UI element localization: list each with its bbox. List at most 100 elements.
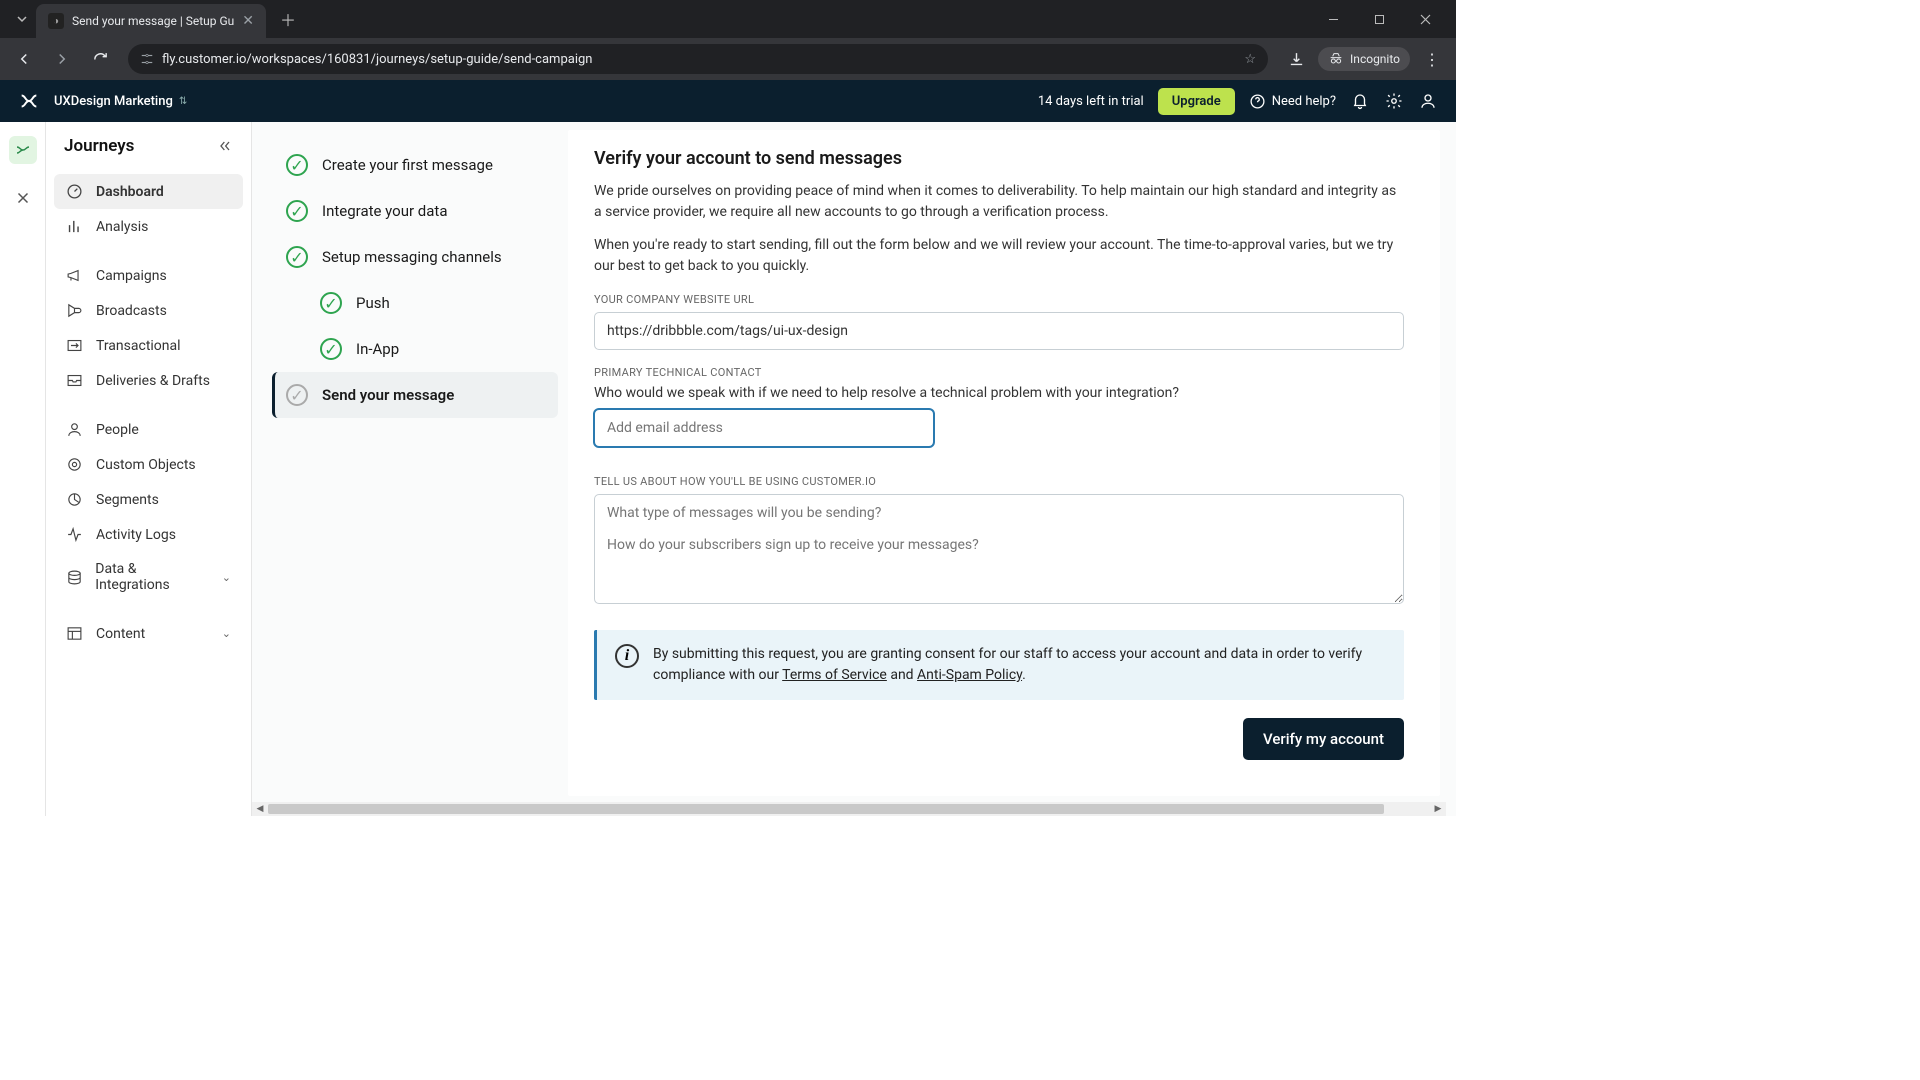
site-settings-icon[interactable] — [140, 52, 154, 66]
inbox-icon — [66, 372, 84, 389]
incognito-indicator[interactable]: Incognito — [1318, 47, 1410, 71]
bookmark-star-icon[interactable]: ☆ — [1244, 52, 1256, 67]
step-create-message[interactable]: ✓Create your first message — [272, 142, 558, 188]
check-circle-icon: ✓ — [286, 246, 308, 268]
website-url-label: YOUR COMPANY WEBSITE URL — [594, 293, 1404, 306]
browser-toolbar: fly.customer.io/workspaces/160831/journe… — [0, 38, 1456, 80]
broadcast-icon — [66, 302, 84, 319]
app-topbar: UXDesign Marketing ⇅ 14 days left in tri… — [0, 80, 1456, 122]
nav-segments[interactable]: Segments — [54, 482, 243, 517]
browser-tab-strip: ◑ Send your message | Setup Gu ✕ ＋ — [0, 0, 1456, 38]
check-circle-icon: ✓ — [320, 338, 342, 360]
browser-menu-icon[interactable]: ⋮ — [1416, 43, 1448, 75]
setup-steps-panel: ✓Create your first message ✓Integrate yo… — [252, 122, 568, 816]
check-circle-icon: ✓ — [286, 154, 308, 176]
person-icon — [66, 421, 84, 438]
anti-spam-policy-link[interactable]: Anti-Spam Policy — [917, 667, 1022, 683]
rail-journeys-icon[interactable] — [9, 136, 37, 164]
tab-list-dropdown[interactable] — [8, 5, 36, 33]
pie-chart-icon — [66, 491, 84, 508]
nav-content[interactable]: Content⌄ — [54, 616, 243, 651]
tab-close-icon[interactable]: ✕ — [242, 13, 254, 29]
step-messaging-channels[interactable]: ✓Setup messaging channels — [272, 234, 558, 280]
tab-favicon-icon: ◑ — [48, 13, 64, 29]
help-circle-icon — [1249, 93, 1266, 110]
notifications-icon[interactable] — [1350, 91, 1370, 111]
nav-data-integrations[interactable]: Data & Integrations⌄ — [54, 552, 243, 602]
nav-deliveries[interactable]: Deliveries & Drafts — [54, 363, 243, 398]
megaphone-icon — [66, 267, 84, 284]
technical-contact-input[interactable] — [594, 409, 934, 447]
activity-icon — [66, 526, 84, 543]
check-circle-icon: ✓ — [286, 384, 308, 406]
browser-tab[interactable]: ◑ Send your message | Setup Gu ✕ — [36, 4, 266, 38]
nav-transactional[interactable]: Transactional — [54, 328, 243, 363]
tab-title: Send your message | Setup Gu — [72, 14, 234, 28]
usage-label: TELL US ABOUT HOW YOU'LL BE USING CUSTOM… — [594, 475, 1404, 488]
help-label: Need help? — [1272, 94, 1336, 109]
scroll-left-button[interactable]: ◀ — [252, 802, 268, 816]
nav-activity-logs[interactable]: Activity Logs — [54, 517, 243, 552]
nav-broadcasts[interactable]: Broadcasts — [54, 293, 243, 328]
info-icon: i — [615, 644, 639, 668]
check-circle-icon: ✓ — [320, 292, 342, 314]
form-intro-2: When you're ready to start sending, fill… — [594, 235, 1404, 277]
verify-account-form: Verify your account to send messages We … — [568, 130, 1440, 796]
browser-forward-button[interactable] — [46, 43, 78, 75]
incognito-label: Incognito — [1350, 52, 1400, 66]
database-icon — [66, 569, 83, 586]
workspace-name: UXDesign Marketing — [54, 94, 173, 109]
step-in-app[interactable]: ✓In-App — [272, 326, 558, 372]
incognito-icon — [1328, 51, 1344, 67]
workspace-switcher[interactable]: UXDesign Marketing ⇅ — [54, 94, 187, 109]
browser-back-button[interactable] — [8, 43, 40, 75]
window-close-button[interactable] — [1402, 0, 1448, 38]
rail-secondary-icon[interactable] — [9, 184, 37, 212]
arrows-icon — [66, 337, 84, 354]
bar-chart-icon — [66, 218, 84, 235]
cube-icon — [66, 456, 84, 473]
upgrade-button[interactable]: Upgrade — [1158, 88, 1235, 115]
window-maximize-button[interactable] — [1356, 0, 1402, 38]
new-tab-button[interactable]: ＋ — [274, 5, 302, 33]
profile-icon[interactable] — [1418, 91, 1438, 111]
app-logo-icon[interactable] — [18, 90, 40, 112]
scroll-right-button[interactable]: ▶ — [1430, 802, 1446, 816]
gauge-icon — [66, 183, 84, 200]
terms-of-service-link[interactable]: Terms of Service — [782, 667, 887, 683]
check-circle-icon: ✓ — [286, 200, 308, 222]
step-integrate-data[interactable]: ✓Integrate your data — [272, 188, 558, 234]
scrollbar-thumb[interactable] — [268, 804, 1384, 814]
form-intro-1: We pride ourselves on providing peace of… — [594, 181, 1404, 223]
address-bar[interactable]: fly.customer.io/workspaces/160831/journe… — [128, 44, 1268, 74]
technical-contact-helper: Who would we speak with if we need to he… — [594, 385, 1404, 401]
sidebar: Journeys Dashboard Analysis Campaigns Br… — [46, 122, 252, 816]
settings-gear-icon[interactable] — [1384, 91, 1404, 111]
nav-campaigns[interactable]: Campaigns — [54, 258, 243, 293]
usage-textarea[interactable] — [594, 494, 1404, 604]
step-send-message[interactable]: ✓Send your message — [272, 372, 558, 418]
chevron-down-icon: ⌄ — [222, 627, 231, 640]
sidebar-title: Journeys — [64, 136, 134, 156]
sidebar-collapse-icon[interactable] — [217, 138, 233, 154]
downloads-icon[interactable] — [1280, 43, 1312, 75]
form-title: Verify your account to send messages — [594, 148, 1404, 169]
nav-dashboard[interactable]: Dashboard — [54, 174, 243, 209]
technical-contact-label: PRIMARY TECHNICAL CONTACT — [594, 366, 1404, 379]
browser-reload-button[interactable] — [84, 43, 116, 75]
horizontal-scrollbar[interactable]: ◀ ▶ — [252, 802, 1446, 816]
verify-account-button[interactable]: Verify my account — [1243, 718, 1404, 760]
url-text: fly.customer.io/workspaces/160831/journe… — [162, 52, 1236, 67]
nav-custom-objects[interactable]: Custom Objects — [54, 447, 243, 482]
scrollbar-track[interactable] — [268, 802, 1430, 816]
nav-analysis[interactable]: Analysis — [54, 209, 243, 244]
nav-people[interactable]: People — [54, 412, 243, 447]
chevron-down-icon: ⌄ — [222, 571, 231, 584]
website-url-input[interactable] — [594, 312, 1404, 350]
app-rail — [0, 122, 46, 816]
consent-info-box: i By submitting this request, you are gr… — [594, 630, 1404, 700]
window-minimize-button[interactable] — [1310, 0, 1356, 38]
step-push[interactable]: ✓Push — [272, 280, 558, 326]
need-help-link[interactable]: Need help? — [1249, 93, 1336, 110]
consent-text: By submitting this request, you are gran… — [653, 644, 1386, 686]
